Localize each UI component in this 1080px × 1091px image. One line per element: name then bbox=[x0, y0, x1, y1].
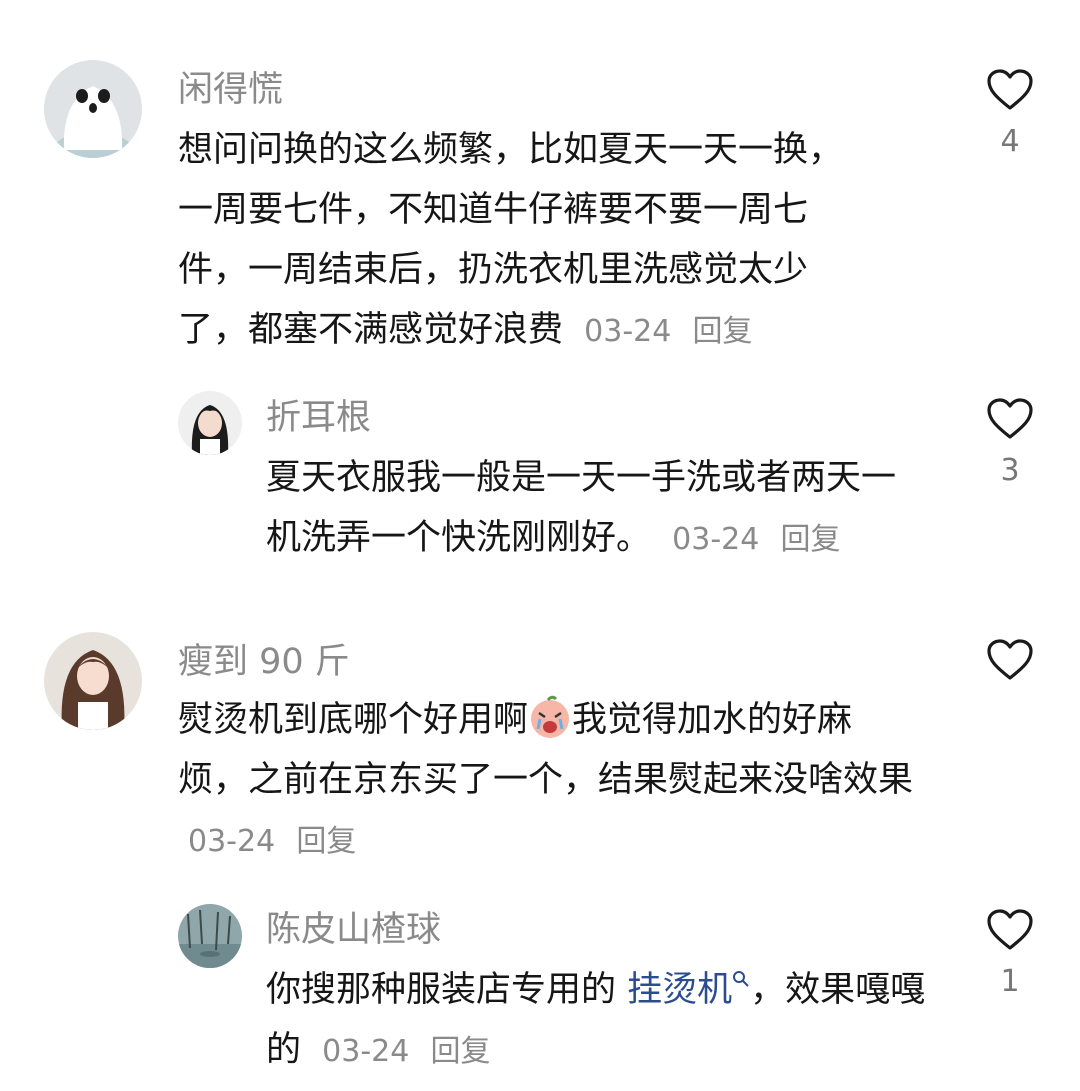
username[interactable]: 瘦到 90 斤 bbox=[178, 640, 350, 684]
heart-icon[interactable] bbox=[986, 908, 1034, 952]
heart-icon[interactable] bbox=[986, 68, 1034, 112]
comment-date: 03-24 bbox=[188, 824, 276, 859]
heart-icon[interactable] bbox=[986, 397, 1034, 441]
comment-text: 夏天衣服我一般是一天一手洗或者两天一机洗弄一个快洗刚刚好。 03-24 回复 bbox=[266, 448, 916, 570]
comment-date: 03-24 bbox=[584, 314, 672, 349]
comment-date: 03-24 bbox=[322, 1034, 410, 1069]
heart-icon[interactable] bbox=[986, 638, 1034, 682]
like-group: 1 bbox=[980, 908, 1040, 999]
reply-button[interactable]: 回复 bbox=[780, 522, 840, 557]
reply-button[interactable]: 回复 bbox=[430, 1034, 490, 1069]
like-count: 1 bbox=[1000, 964, 1020, 999]
avatar[interactable] bbox=[44, 60, 142, 158]
like-group bbox=[980, 638, 1040, 682]
username[interactable]: 闲得慌 bbox=[178, 68, 283, 112]
like-count: 4 bbox=[1000, 124, 1020, 159]
crying-peach-emoji-icon bbox=[531, 695, 570, 738]
comment-text: 熨烫机到底哪个好用啊 我觉得加水的好麻烦，之前在京东买了一个，结果熨起来没啥效果 … bbox=[178, 690, 918, 872]
woman-avatar-icon bbox=[44, 632, 142, 730]
username[interactable]: 折耳根 bbox=[266, 396, 371, 440]
search-icon[interactable] bbox=[732, 970, 750, 988]
comment-date: 03-24 bbox=[672, 522, 760, 557]
comment-text: 你搜那种服装店专用的 挂烫机 ，效果嘎嘎的 03-24 回复 bbox=[266, 960, 926, 1082]
search-link-label[interactable]: 挂烫机 bbox=[627, 970, 732, 1010]
pond-avatar-icon bbox=[178, 904, 242, 968]
like-count: 3 bbox=[1000, 453, 1020, 488]
reply-button[interactable]: 回复 bbox=[296, 824, 356, 859]
avatar[interactable] bbox=[178, 904, 242, 968]
like-group: 4 bbox=[980, 68, 1040, 159]
ghost-avatar-icon bbox=[44, 60, 142, 158]
comment-text: 想问问换的这么频繁，比如夏天一天一换，一周要七件，不知道牛仔裤要不要一周七件，一… bbox=[178, 120, 868, 362]
avatar[interactable] bbox=[44, 632, 142, 730]
comment-text-before: 你搜那种服装店专用的 bbox=[266, 970, 628, 1010]
reply-button[interactable]: 回复 bbox=[692, 314, 752, 349]
search-link[interactable]: 挂烫机 bbox=[627, 970, 750, 1010]
username[interactable]: 陈皮山楂球 bbox=[266, 908, 441, 952]
girl-avatar-icon bbox=[178, 391, 242, 455]
avatar[interactable] bbox=[178, 391, 242, 455]
comment-text-before: 熨烫机到底哪个好用啊 bbox=[178, 700, 529, 740]
like-group: 3 bbox=[980, 397, 1040, 488]
